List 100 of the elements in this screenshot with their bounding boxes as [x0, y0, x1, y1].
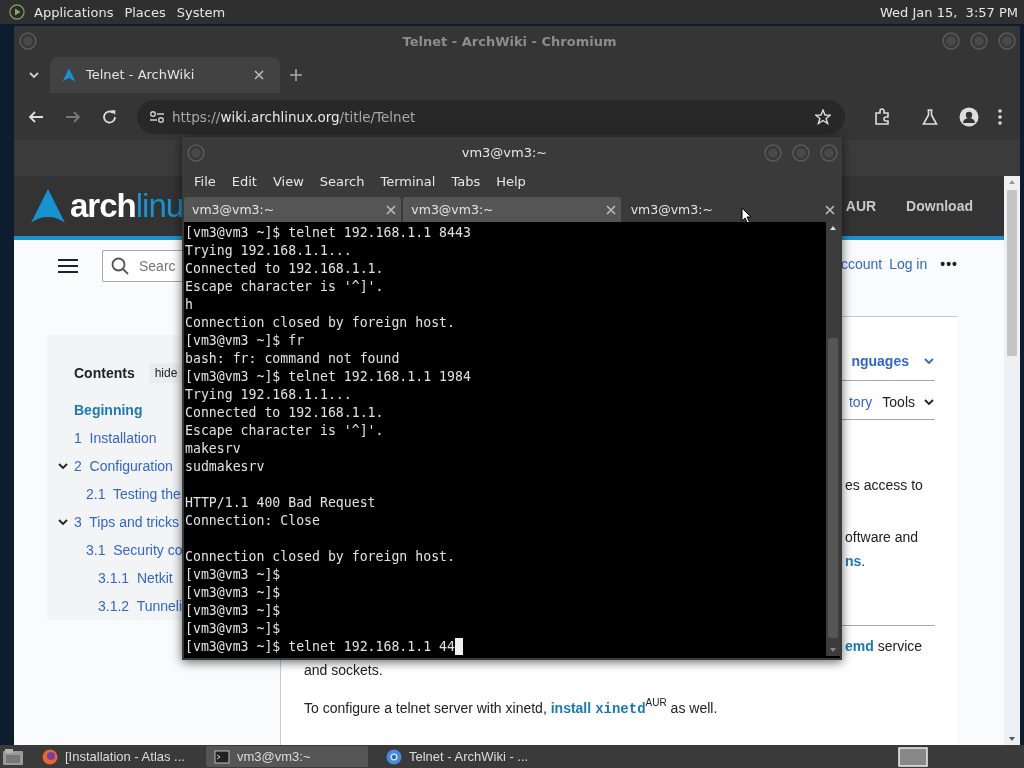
reload-icon[interactable] — [102, 108, 118, 125]
paragraph-text: es access to — [845, 476, 924, 495]
taskbar-button[interactable]: vm3@vm3:~ — [206, 746, 368, 767]
terminal-line: sudmakesrv — [185, 458, 265, 476]
terminal-line: Connection closed by foreign host. — [185, 314, 455, 332]
taskbar-button[interactable]: Telnet - ArchWiki - ... — [378, 746, 540, 767]
terminal-tab[interactable]: vm3@vm3:~ — [403, 197, 621, 222]
hamburger-menu-icon[interactable] — [58, 258, 78, 274]
paragraph-text: ns. — [845, 549, 935, 573]
terminal-line: Connection: Close — [185, 512, 320, 530]
scrollbar[interactable] — [1004, 176, 1020, 745]
paragraph-text: emd service — [845, 634, 935, 658]
show-desktop-icon[interactable] — [2, 747, 24, 766]
terminal-line: Connection closed by foreign host. — [185, 548, 455, 566]
menu-item[interactable]: Search — [311, 174, 373, 189]
more-button[interactable]: ••• — [940, 256, 958, 272]
search-field[interactable]: Searc — [102, 250, 182, 282]
close-icon[interactable] — [386, 204, 397, 215]
panel-menu[interactable]: Places — [124, 4, 166, 20]
terminal-line: h — [185, 296, 193, 314]
arch-icon — [62, 67, 76, 82]
terminal-line: Escape character is '^]'. — [185, 422, 384, 440]
chevron-icon[interactable] — [57, 461, 69, 471]
terminal-line: [vm3@vm3 ~]$ — [185, 566, 281, 584]
logo-text[interactable]: archlinu — [70, 188, 184, 224]
toc-link[interactable]: 1 Installation — [74, 430, 157, 446]
profile-icon[interactable] — [959, 106, 979, 127]
terminal-line: bash: fr: command not found — [185, 350, 400, 368]
user-link[interactable]: Log in — [889, 256, 928, 272]
clock: Wed Jan 15, 3:57 PM — [880, 4, 1018, 20]
close-icon[interactable] — [254, 69, 264, 80]
url-text: https://wiki.archlinux.org/title/Telnet — [172, 108, 416, 125]
flask-icon[interactable] — [922, 108, 938, 125]
tools-menu[interactable]: Tools — [882, 394, 935, 410]
text-link[interactable]: emd — [845, 634, 874, 658]
browser-tab[interactable]: Telnet - ArchWiki — [50, 56, 280, 93]
app-menu-icon[interactable] — [9, 4, 25, 20]
fox-globe-icon — [42, 748, 58, 765]
arch-logo-icon[interactable] — [30, 188, 66, 224]
menu-item[interactable]: Terminal — [372, 174, 444, 189]
terminal-line: Connected to 192.168.1.1. — [185, 404, 384, 422]
terminal-line: [vm3@vm3 ~]$ fr — [185, 332, 305, 350]
chevron-icon[interactable] — [57, 517, 69, 527]
user-link[interactable]: ccount — [840, 256, 883, 272]
bookmark-star-icon[interactable] — [815, 108, 831, 125]
terminal-tab[interactable]: vm3@vm3:~ — [184, 197, 402, 222]
taskbar-button[interactable]: [Installation - Atlas ... — [34, 746, 196, 767]
window-title: vm3@vm3:~ — [460, 145, 549, 160]
paragraph-text: To configure a telnet server with xinetd, install xinetd$^{AUR}$ as well. — [304, 696, 935, 721]
terminal-line: Connected to 192.168.1.1. — [185, 260, 384, 278]
toc-link[interactable]: 2 Configuration — [74, 458, 173, 474]
site-info-icon[interactable] — [149, 109, 165, 124]
code-link[interactable]: xinetd — [595, 697, 646, 721]
nav-link[interactable]: AUR — [845, 198, 877, 214]
terminal-line: makesrv — [185, 440, 241, 458]
toc-link[interactable]: 2.1 Testing the — [86, 486, 181, 502]
forward-icon[interactable] — [65, 108, 81, 125]
workspace-icon[interactable] — [898, 746, 928, 767]
menu-item[interactable]: Help — [488, 174, 534, 189]
new-tab-icon[interactable] — [290, 68, 302, 81]
menu-item[interactable]: View — [264, 174, 312, 189]
terminal-line: [vm3@vm3 ~]$ — [185, 584, 281, 602]
scrollbar[interactable] — [826, 222, 840, 656]
toc-link[interactable]: 3 Tips and tricks — [74, 514, 180, 530]
terminal-line: [vm3@vm3 ~]$ telnet 192.168.1.1 1984 — [185, 368, 471, 386]
menu-icon[interactable] — [998, 108, 1002, 125]
menu-item[interactable]: File — [186, 174, 224, 189]
terminal-line: Trying 192.168.1.1... — [185, 386, 352, 404]
back-icon[interactable] — [28, 108, 44, 125]
contents-heading: Contents — [74, 365, 135, 381]
terminal-line: [vm3@vm3 ~]$ — [185, 620, 281, 638]
extensions-icon[interactable] — [873, 107, 891, 126]
toc-link[interactable]: Beginning — [74, 402, 143, 418]
page-tab[interactable]: tory — [848, 394, 873, 410]
menu-item[interactable]: Tabs — [443, 174, 489, 189]
paragraph-text: oftware and — [845, 528, 920, 547]
terminal-line: Trying 192.168.1.1... — [185, 242, 352, 260]
close-icon[interactable] — [605, 204, 616, 215]
superscript-link[interactable]: AUR — [645, 698, 667, 708]
terminal-line: [vm3@vm3 ~]$ telnet 192.168.1.1 8443 — [185, 224, 471, 242]
terminal-line: [vm3@vm3 ~]$ telnet 192.168.1.1 44 — [185, 638, 455, 656]
toc-link[interactable]: 3.1.1 Netkit — [98, 570, 173, 586]
tab-list-icon[interactable] — [28, 69, 40, 80]
toc-link[interactable]: 3.1 Security co — [86, 542, 183, 558]
menu-item[interactable]: Edit — [223, 174, 265, 189]
panel-menu[interactable]: Applications — [34, 4, 114, 20]
terminal-line: Escape character is '^]'. — [185, 278, 384, 296]
panel-menu[interactable]: System — [176, 4, 226, 20]
text-link[interactable]: install — [550, 696, 592, 720]
close-icon[interactable] — [825, 204, 835, 215]
terminal-line: [vm3@vm3 ~]$ — [185, 602, 281, 620]
terminal-line: HTTP/1.1 400 Bad Request — [185, 494, 376, 512]
chevron-icon — [923, 397, 935, 407]
languages-button[interactable]: nguages — [851, 353, 935, 369]
toc-link[interactable]: 3.1.2 Tunneli — [98, 598, 183, 614]
paragraph-text: and sockets. — [304, 661, 384, 680]
chevron-icon — [923, 356, 935, 366]
hide-button[interactable]: hide — [148, 363, 184, 383]
nav-link[interactable]: Download — [906, 198, 973, 214]
address-bar[interactable]: https://wiki.archlinux.org/title/Telnet — [137, 99, 845, 134]
